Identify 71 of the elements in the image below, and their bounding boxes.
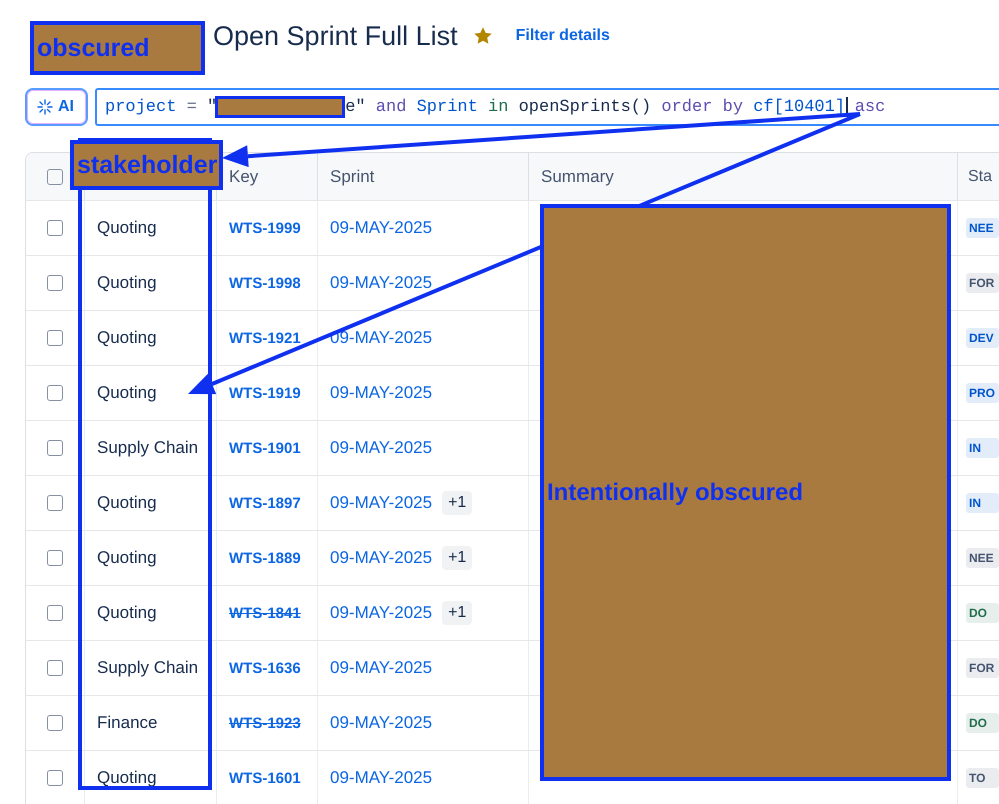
more-sprints-badge[interactable]: +1	[442, 546, 472, 570]
status-lozenge[interactable]: NEE	[966, 218, 999, 238]
checkbox[interactable]	[47, 220, 63, 236]
issue-key-link[interactable]: WTS-1897	[229, 494, 301, 512]
sprint-link[interactable]: 09-MAY-2025	[330, 658, 432, 678]
issue-key-link[interactable]: WTS-1601	[229, 770, 301, 786]
checkbox[interactable]	[47, 715, 63, 731]
issue-key-link[interactable]: WTS-1998	[229, 274, 301, 292]
redaction-box: obscured	[30, 21, 205, 75]
redaction-box: Intentionally obscured	[540, 204, 951, 781]
stakeholder-cell: Quoting	[97, 218, 157, 238]
status-lozenge[interactable]: IN	[966, 438, 999, 458]
stakeholder-cell: Quoting	[97, 273, 157, 293]
sprint-link[interactable]: 09-MAY-2025	[330, 768, 432, 788]
stakeholder-cell: Quoting	[97, 383, 157, 403]
stakeholder-cell: Quoting	[97, 768, 157, 788]
page-title: Open Sprint Full List	[213, 20, 458, 52]
sprint-link[interactable]: 09-MAY-2025	[330, 438, 432, 458]
issue-key-link[interactable]: WTS-1636	[229, 660, 301, 676]
checkbox[interactable]	[47, 770, 63, 786]
sprint-link[interactable]: 09-MAY-2025	[330, 548, 432, 568]
issue-key-link[interactable]: WTS-1923	[229, 714, 301, 732]
sprint-link[interactable]: 09-MAY-2025	[330, 493, 432, 513]
status-lozenge[interactable]: DO	[966, 713, 999, 733]
checkbox[interactable]	[47, 440, 63, 456]
column-header[interactable]: Sprint	[330, 166, 374, 186]
query-field[interactable]: project = " e" and Sprint in openSprints() order by cf[10401] asc	[95, 88, 999, 126]
checkbox[interactable]	[47, 550, 63, 566]
stakeholder-cell: Quoting	[97, 548, 157, 568]
status-lozenge[interactable]: IN	[966, 493, 999, 513]
more-sprints-badge[interactable]: +1	[442, 601, 472, 625]
stakeholder-cell: Quoting	[97, 493, 157, 513]
sprint-link[interactable]: 09-MAY-2025	[330, 218, 432, 238]
checkbox[interactable]	[47, 330, 63, 346]
status-lozenge[interactable]: FOR	[966, 273, 999, 293]
column-header[interactable]: Key	[229, 166, 258, 186]
checkbox[interactable]	[47, 385, 63, 401]
ai-button[interactable]: AI	[25, 88, 88, 126]
stakeholder-cell: Quoting	[97, 328, 157, 348]
issue-key-link[interactable]: WTS-1841	[229, 604, 301, 622]
status-lozenge[interactable]: PRO	[966, 383, 999, 403]
stakeholder-cell: Supply Chain	[97, 438, 198, 458]
status-lozenge[interactable]: DEV	[966, 328, 999, 348]
status-lozenge[interactable]: TO	[966, 768, 999, 788]
checkbox[interactable]	[47, 495, 63, 511]
column-header[interactable]: Summary	[541, 166, 614, 186]
stakeholder-cell: Finance	[97, 713, 158, 733]
issue-key-link[interactable]: WTS-1901	[229, 440, 301, 456]
checkbox[interactable]	[47, 275, 63, 291]
more-sprints-badge[interactable]: +1	[442, 491, 472, 515]
status-lozenge[interactable]: NEE	[966, 548, 999, 568]
issue-key-link[interactable]: WTS-1921	[229, 330, 301, 346]
issue-key-link[interactable]: WTS-1999	[229, 220, 301, 236]
sprint-link[interactable]: 09-MAY-2025	[330, 713, 432, 733]
checkbox[interactable]	[47, 168, 63, 184]
checkbox[interactable]	[47, 605, 63, 621]
sprint-link[interactable]: 09-MAY-2025	[330, 603, 432, 623]
redaction-box: stakeholder	[70, 140, 223, 190]
sprint-link[interactable]: 09-MAY-2025	[330, 383, 432, 403]
status-lozenge[interactable]: FOR	[966, 658, 999, 678]
filter-details-link[interactable]: Filter details	[516, 27, 610, 45]
sprint-link[interactable]: 09-MAY-2025	[330, 328, 432, 348]
column-header[interactable]: Sta	[968, 168, 992, 186]
sprint-link[interactable]: 09-MAY-2025	[330, 273, 432, 293]
status-lozenge[interactable]: DO	[966, 603, 999, 623]
checkbox[interactable]	[47, 660, 63, 676]
issue-key-link[interactable]: WTS-1889	[229, 550, 301, 566]
issue-key-link[interactable]: WTS-1919	[229, 384, 301, 402]
sparkle-icon	[37, 99, 53, 115]
stakeholder-cell: Supply Chain	[97, 658, 198, 678]
stakeholder-cell: Quoting	[97, 603, 157, 623]
